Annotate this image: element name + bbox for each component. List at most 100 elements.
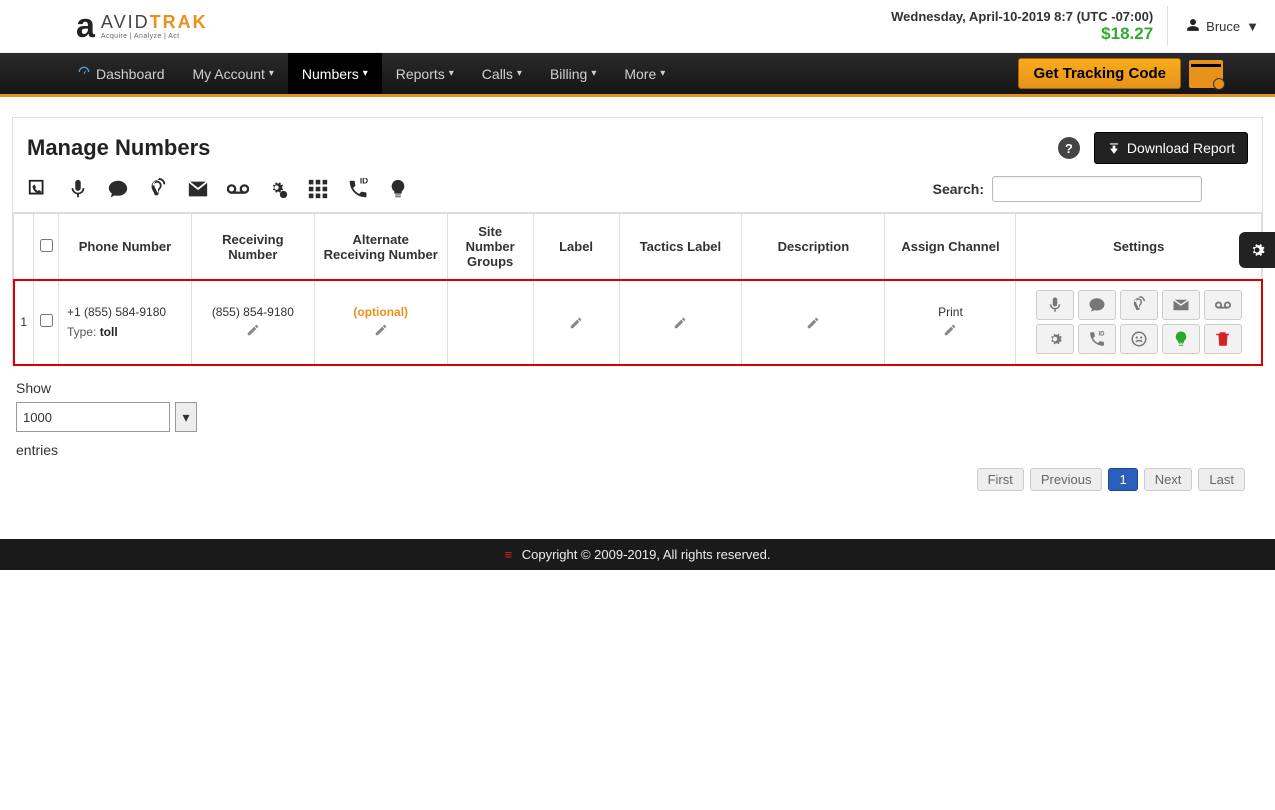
nav-item-dashboard[interactable]: Dashboard — [62, 53, 179, 94]
logo[interactable]: a AVIDTRAK Acquire | Analyze | Act — [76, 9, 208, 43]
voicemail-icon[interactable] — [227, 178, 249, 200]
logo-text-accent: TRAK — [150, 12, 208, 32]
voicemail-action-button[interactable] — [1204, 290, 1242, 320]
nav-item-calls[interactable]: Calls ▾ — [468, 53, 536, 94]
svg-text:ID: ID — [1098, 331, 1105, 337]
search-label: Search: — [933, 181, 984, 197]
edit-icon[interactable] — [943, 323, 957, 337]
logo-tagline: Acquire | Analyze | Act — [101, 33, 208, 40]
home-window-icon[interactable] — [1189, 60, 1223, 88]
footer: ≡ Copyright © 2009-2019, All rights rese… — [0, 539, 1275, 570]
delete-action-button[interactable] — [1204, 324, 1242, 354]
idea-action-button[interactable] — [1162, 324, 1200, 354]
top-bar: a AVIDTRAK Acquire | Analyze | Act Wedne… — [0, 0, 1275, 53]
row-actions: ID — [1022, 290, 1255, 354]
callerid-action-button[interactable]: ID — [1078, 324, 1116, 354]
page-button-first[interactable]: First — [977, 468, 1024, 491]
chevron-down-icon: ▾ — [660, 68, 665, 79]
page-button-next[interactable]: Next — [1144, 468, 1193, 491]
account-balance: $18.27 — [891, 24, 1153, 44]
lightbulb-icon[interactable] — [387, 178, 409, 200]
alternate-number-placeholder: (optional) — [321, 305, 441, 319]
edit-icon[interactable] — [569, 316, 583, 330]
phone-number: +1 (855) 584-9180 — [67, 305, 185, 319]
user-menu[interactable]: Bruce ▼ — [1167, 6, 1259, 46]
footer-icon: ≡ — [505, 547, 513, 562]
row-checkbox[interactable] — [40, 314, 53, 327]
edit-icon[interactable] — [246, 323, 260, 337]
nav-label: Billing — [550, 66, 587, 82]
nav-label: Reports — [396, 66, 445, 82]
chevron-down-icon: ▾ — [449, 68, 454, 79]
settings-action-button[interactable] — [1036, 324, 1074, 354]
nav-label: Numbers — [302, 66, 359, 82]
search-input[interactable] — [992, 176, 1202, 202]
edit-icon[interactable] — [806, 316, 820, 330]
assign-channel-value: Print — [891, 305, 1009, 319]
toolbar: ID — [27, 178, 409, 200]
column-header: Receiving Number — [191, 214, 314, 280]
edit-icon[interactable] — [374, 323, 388, 337]
column-header: Phone Number — [59, 214, 192, 280]
chevron-down-icon: ▼ — [1246, 19, 1259, 34]
nav-label: Dashboard — [96, 66, 165, 82]
page-size-value[interactable]: 1000 — [16, 402, 170, 432]
column-header: Alternate Receiving Number — [314, 214, 447, 280]
main-nav: DashboardMy Account▾Numbers▾Reports▾Call… — [0, 53, 1275, 97]
email-action-button[interactable] — [1162, 290, 1200, 320]
chat-action-button[interactable] — [1078, 290, 1116, 320]
caller-id-icon[interactable]: ID — [347, 178, 369, 200]
side-settings-button[interactable] — [1239, 232, 1275, 268]
nav-label: More — [624, 66, 656, 82]
column-header: Description — [742, 214, 885, 280]
row-index: 1 — [14, 280, 34, 365]
microphone-icon[interactable] — [67, 178, 89, 200]
help-icon[interactable]: ? — [1058, 137, 1080, 159]
column-header: Assign Channel — [885, 214, 1016, 280]
type-label: Type: — [67, 325, 100, 339]
keypad-icon[interactable] — [307, 178, 329, 200]
ear-icon[interactable] — [147, 178, 169, 200]
logo-text-plain: AVID — [101, 12, 150, 32]
nav-item-numbers[interactable]: Numbers▾ — [288, 53, 382, 94]
user-icon — [1186, 18, 1200, 35]
footer-text: Copyright © 2009-2019, All rights reserv… — [522, 547, 771, 562]
column-header: Label — [533, 214, 619, 280]
nav-item-billing[interactable]: Billing ▾ — [536, 53, 610, 94]
show-label: Show — [16, 380, 1263, 396]
chat-icon[interactable] — [107, 178, 129, 200]
call-settings-icon[interactable] — [27, 178, 49, 200]
page-button-previous[interactable]: Previous — [1030, 468, 1103, 491]
nav-item-reports[interactable]: Reports ▾ — [382, 53, 468, 94]
datetime-display: Wednesday, April-10-2019 8:7 (UTC -07:00… — [891, 9, 1153, 24]
nav-item-more[interactable]: More ▾ — [610, 53, 679, 94]
gears-icon[interactable] — [267, 178, 289, 200]
numbers-table: Phone NumberReceiving NumberAlternate Re… — [13, 213, 1262, 365]
whisper-action-button[interactable] — [1120, 290, 1158, 320]
dashboard-icon — [76, 64, 92, 83]
page-button-last[interactable]: Last — [1198, 468, 1245, 491]
page-button-1[interactable]: 1 — [1108, 468, 1137, 491]
pagination: First Previous1 NextLast — [12, 464, 1263, 501]
download-report-button[interactable]: Download Report — [1094, 132, 1248, 164]
select-all-checkbox[interactable] — [40, 239, 53, 252]
page-title: Manage Numbers — [27, 135, 210, 161]
nav-label: My Account — [193, 66, 265, 82]
mail-icon[interactable] — [187, 178, 209, 200]
page-size-dropdown-button[interactable]: ▾ — [175, 402, 197, 432]
nav-item-my-account[interactable]: My Account ▾ — [179, 53, 288, 94]
column-header: Settings — [1016, 214, 1262, 280]
type-value: toll — [100, 325, 118, 339]
chevron-down-icon: ▾ — [269, 68, 274, 79]
edit-icon[interactable] — [673, 316, 687, 330]
username-label: Bruce — [1206, 19, 1240, 34]
get-tracking-code-button[interactable]: Get Tracking Code — [1018, 58, 1181, 89]
record-action-button[interactable] — [1036, 290, 1074, 320]
column-header: Tactics Label — [619, 214, 742, 280]
spam-action-button[interactable] — [1120, 324, 1158, 354]
chevron-down-icon: ▾ — [591, 68, 596, 79]
chevron-down-icon: ▾ — [517, 68, 522, 79]
entries-label: entries — [16, 442, 1263, 458]
download-report-label: Download Report — [1127, 140, 1235, 156]
nav-label: Calls — [482, 66, 513, 82]
